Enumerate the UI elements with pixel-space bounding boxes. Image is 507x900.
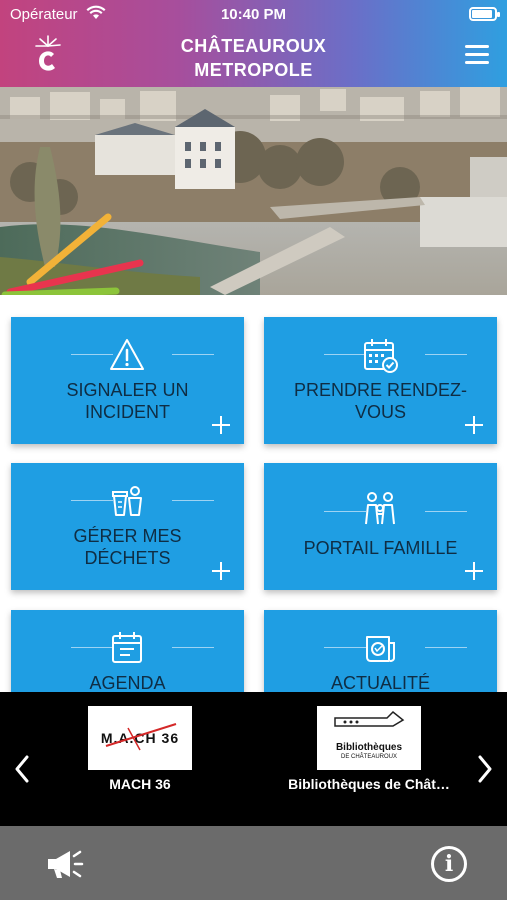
partner-name: MACH 36 [109,776,171,792]
plus-icon [465,562,483,580]
hamburger-menu-icon[interactable] [465,45,489,65]
tile-label-line1: PORTAIL FAMILLE [303,538,458,558]
services-grid: SIGNALER UN INCIDENT PRENDRE RENDEZ- VOU… [0,295,507,692]
tile-label-line1: AGENDA [89,673,166,692]
chevron-left-icon[interactable] [12,754,32,784]
chevron-right-icon[interactable] [475,754,495,784]
battery-icon [469,7,500,21]
tile-agenda[interactable]: AGENDA [11,610,244,692]
bibliotheques-logo-text: Bibliothèques [335,742,403,753]
tile-label-line2: VOUS [354,402,406,422]
status-time: 10:40 PM [220,6,287,23]
calendar-check-icon [364,339,398,373]
partner-mach36[interactable]: M.A.CH 36 MACH 36 [86,706,194,792]
bibliotheques-logo-subtext: DE CHÂTEAUROUX [340,754,397,760]
tile-portail-famille[interactable]: PORTAIL FAMILLE [264,463,497,590]
app-title: CHÂTEAUROUX METROPOLE [0,34,507,82]
news-icon [366,636,395,662]
tile-prendre-rendez-vous[interactable]: PRENDRE RENDEZ- VOUS [264,317,497,444]
hero-city-photo [0,87,507,295]
tile-label-line2: INCIDENT [85,402,170,422]
warning-icon [110,339,144,370]
status-bar: Opérateur 10:40 PM [0,0,507,28]
agenda-icon [112,632,142,663]
plus-icon [465,416,483,434]
tile-label-line1: SIGNALER UN [66,380,189,400]
tile-gerer-dechets[interactable]: GÉRER MES DÉCHETS [11,463,244,590]
tile-label-line1: PRENDRE RENDEZ- [293,380,467,400]
tile-label-line2: DÉCHETS [84,548,171,568]
app-title-line2: METROPOLE [194,60,313,80]
partners-carousel: M.A.CH 36 MACH 36 Bibliothèques DE CHÂTE… [0,692,507,826]
family-icon [365,492,395,525]
megaphone-icon[interactable] [44,846,88,882]
partner-name: Bibliothèques de Chât… [288,776,450,792]
mach36-logo: M.A.CH 36 [88,706,192,770]
bibliotheques-logo: Bibliothèques DE CHÂTEAUROUX [317,706,421,770]
tile-actualite[interactable]: ACTUALITÉ [264,610,497,692]
tile-label-line1: ACTUALITÉ [330,673,431,692]
tile-label-line1: GÉRER MES [73,526,182,546]
bottom-bar: i [0,826,507,900]
info-icon[interactable]: i [431,846,467,882]
tile-signaler-incident[interactable]: SIGNALER UN INCIDENT [11,317,244,444]
app-title-line1: CHÂTEAUROUX [180,36,327,56]
app-header: Opérateur 10:40 PM CHÂTEAUROUX METROPOLE [0,0,507,87]
waste-bins-icon [112,486,142,516]
plus-icon [212,562,230,580]
plus-icon [212,416,230,434]
partner-bibliotheques[interactable]: Bibliothèques DE CHÂTEAUROUX Bibliothèqu… [284,706,454,792]
